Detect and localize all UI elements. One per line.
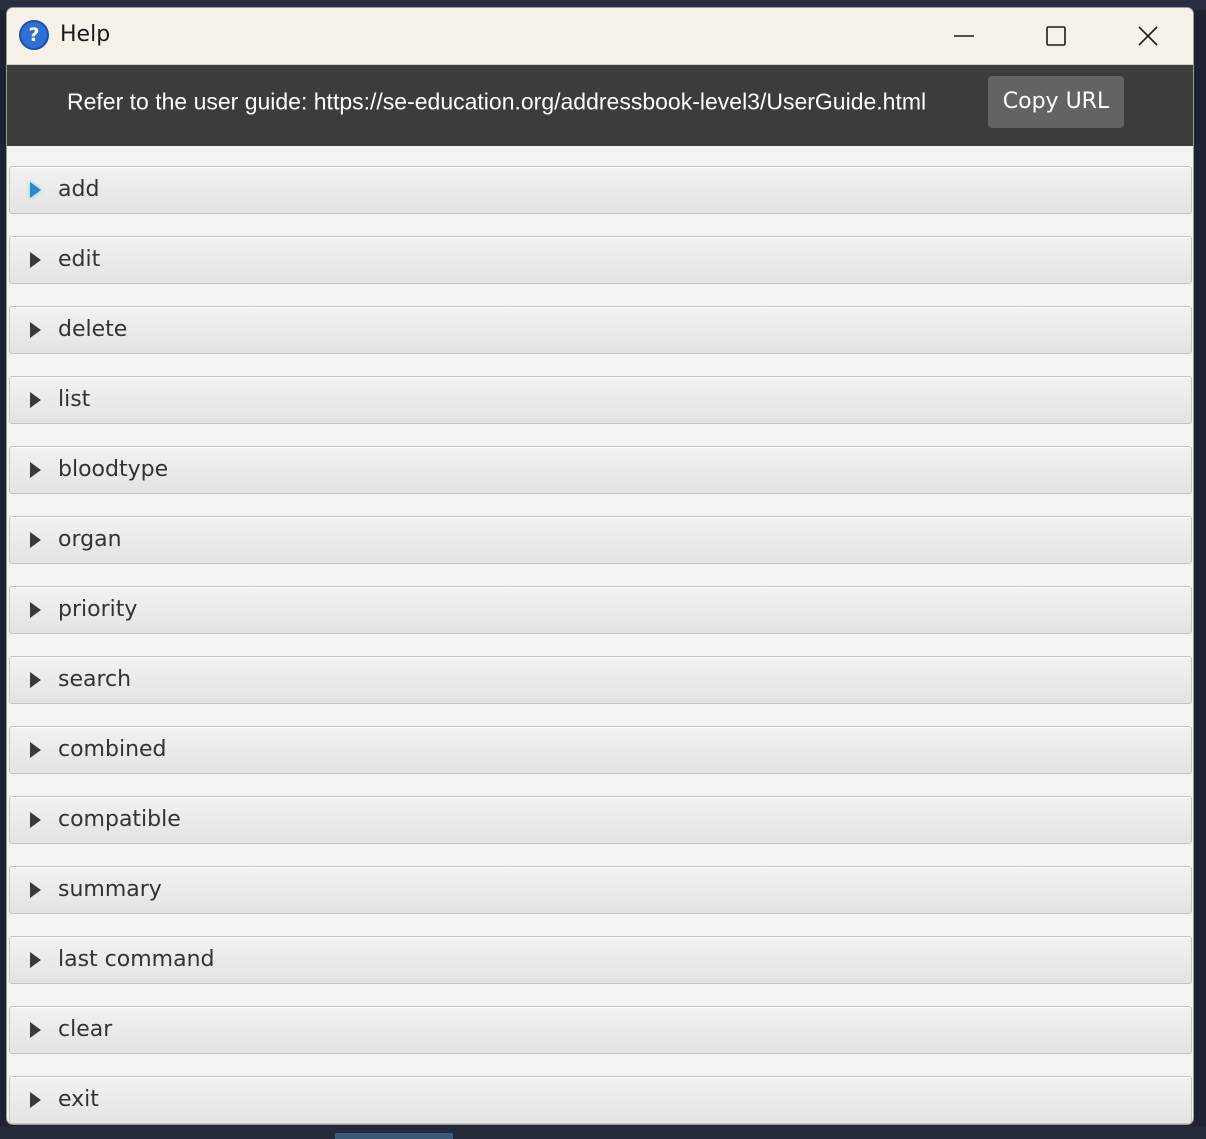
expand-arrow-icon[interactable] xyxy=(30,392,41,408)
command-row-priority[interactable]: priority xyxy=(9,586,1192,634)
command-label: last command xyxy=(58,947,215,972)
desktop-bottom-strip xyxy=(0,1126,1206,1139)
window-title: Help xyxy=(60,22,111,47)
command-row-bloodtype[interactable]: bloodtype xyxy=(9,446,1192,494)
user-guide-bar: Refer to the user guide: https://se-educ… xyxy=(7,65,1193,146)
expand-arrow-icon[interactable] xyxy=(30,952,41,968)
command-row-organ[interactable]: organ xyxy=(9,516,1192,564)
expand-arrow-icon[interactable] xyxy=(30,672,41,688)
maximize-icon xyxy=(1046,26,1066,46)
command-label: delete xyxy=(58,317,128,342)
command-row-delete[interactable]: delete xyxy=(9,306,1192,354)
expand-arrow-icon[interactable] xyxy=(30,602,41,618)
close-button[interactable] xyxy=(1102,8,1193,64)
command-label: search xyxy=(58,667,132,692)
question-mark-icon: ? xyxy=(19,20,49,50)
command-label: organ xyxy=(58,527,122,552)
command-label: priority xyxy=(58,597,138,622)
user-guide-text: Refer to the user guide: https://se-educ… xyxy=(67,88,927,115)
minimize-button[interactable] xyxy=(918,8,1010,64)
copy-url-button[interactable]: Copy URL xyxy=(988,76,1124,128)
expand-arrow-icon[interactable] xyxy=(30,462,41,478)
expand-arrow-icon[interactable] xyxy=(30,252,41,268)
expand-arrow-icon[interactable] xyxy=(30,182,41,198)
expand-arrow-icon[interactable] xyxy=(30,532,41,548)
command-label: exit xyxy=(58,1087,99,1112)
command-label: combined xyxy=(58,737,167,762)
expand-arrow-icon[interactable] xyxy=(30,1092,41,1108)
command-label: bloodtype xyxy=(58,457,169,482)
command-row-edit[interactable]: edit xyxy=(9,236,1192,284)
command-row-compatible[interactable]: compatible xyxy=(9,796,1192,844)
expand-arrow-icon[interactable] xyxy=(30,812,41,828)
command-label: edit xyxy=(58,247,101,272)
command-row-summary[interactable]: summary xyxy=(9,866,1192,914)
title-bar: ? Help xyxy=(7,8,1193,65)
command-label: compatible xyxy=(58,807,181,832)
command-row-combined[interactable]: combined xyxy=(9,726,1192,774)
minimize-icon xyxy=(954,35,974,37)
command-label: clear xyxy=(58,1017,113,1042)
command-row-add[interactable]: add xyxy=(9,166,1192,214)
command-row-last-command[interactable]: last command xyxy=(9,936,1192,984)
command-row-clear[interactable]: clear xyxy=(9,1006,1192,1054)
close-icon xyxy=(1138,26,1158,46)
command-row-search[interactable]: search xyxy=(9,656,1192,704)
expand-arrow-icon[interactable] xyxy=(30,322,41,338)
expand-arrow-icon[interactable] xyxy=(30,1022,41,1038)
help-window: ? Help Refer to the user guide: https://… xyxy=(6,7,1194,1125)
command-row-list[interactable]: list xyxy=(9,376,1192,424)
expand-arrow-icon[interactable] xyxy=(30,742,41,758)
taskbar-item xyxy=(335,1133,453,1139)
command-row-exit[interactable]: exit xyxy=(9,1076,1192,1124)
command-label: add xyxy=(58,177,100,202)
command-label: list xyxy=(58,387,91,412)
command-label: summary xyxy=(58,877,162,902)
command-accordion: add edit delete list bloodtype organ priority s… xyxy=(7,146,1193,1124)
maximize-button[interactable] xyxy=(1010,8,1102,64)
expand-arrow-icon[interactable] xyxy=(30,882,41,898)
